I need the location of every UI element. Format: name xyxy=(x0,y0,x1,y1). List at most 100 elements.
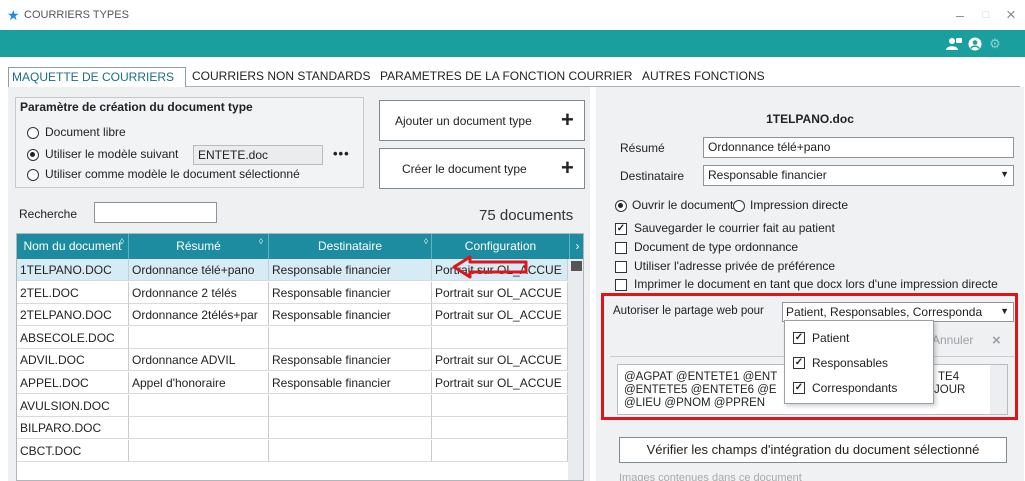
table-cell: Portrait sur OL_ACCUE xyxy=(432,372,568,394)
checkbox-label-sauvegarder: Sauvegarder le courrier fait au patient xyxy=(634,221,835,235)
table-cell: Ordonnance 2télés+par xyxy=(129,304,269,327)
scroll-right-icon[interactable]: › xyxy=(570,234,583,259)
checkbox-label-docx: Imprimer le document en tant que docx lo… xyxy=(634,277,998,291)
create-button-label: Créer le document type xyxy=(402,162,527,176)
radio-label-modele: Utiliser le modèle suivant xyxy=(45,147,179,161)
add-document-type-button[interactable]: Ajouter un document type + xyxy=(379,100,585,141)
create-document-type-button[interactable]: Créer le document type + xyxy=(379,148,585,189)
help-icon[interactable] xyxy=(967,37,983,51)
star-icon: ★ xyxy=(7,7,20,23)
table-cell xyxy=(129,439,269,462)
table-cell xyxy=(432,326,568,349)
radio-selection[interactable] xyxy=(27,169,39,181)
resume-field[interactable]: Ordonnance télé+pano xyxy=(703,137,1014,158)
resume-label: Résumé xyxy=(620,141,665,155)
table-cell: BILPARO.DOC xyxy=(17,417,129,440)
table-cell: 1TELPANO.DOC xyxy=(17,259,129,281)
table-cell: 2TEL.DOC xyxy=(17,281,129,304)
close-button[interactable]: × xyxy=(1001,6,1021,24)
table-row[interactable]: CBCT.DOC xyxy=(17,439,568,462)
table-row[interactable]: BILPARO.DOC xyxy=(17,417,568,440)
images-label: Images contenues dans ce document xyxy=(619,472,802,481)
checkbox-docx[interactable] xyxy=(615,279,627,291)
radio-ouvrir-document[interactable] xyxy=(615,200,627,212)
header-band xyxy=(0,30,1025,57)
param-title: Paramètre de création du document type xyxy=(20,100,253,114)
settings-icon[interactable]: ⚙ xyxy=(987,37,1003,51)
maximize-button[interactable]: □ xyxy=(976,6,996,24)
table-cell xyxy=(269,417,432,440)
checkbox-sauvegarder[interactable]: ✓ xyxy=(615,223,627,235)
table-cell: Responsable financier xyxy=(269,259,432,281)
table-row[interactable]: 2TEL.DOC Ordonnance 2 télés Responsable fi… xyxy=(17,281,568,304)
column-header-destinataire[interactable]: Destinataire ◊ xyxy=(269,234,432,259)
window-title: COURRIERS TYPES xyxy=(24,9,129,21)
table-cell: AVULSION.DOC xyxy=(17,394,129,417)
table-scrollbar[interactable] xyxy=(568,259,583,480)
table-cell: Ordonnance télé+pano xyxy=(129,259,269,281)
tab-parametres[interactable]: PARAMETRES DE LA FONCTION COURRIER xyxy=(377,67,635,87)
table-cell xyxy=(269,394,432,417)
checkbox-adresse-privee[interactable] xyxy=(615,261,627,273)
destinataire-select[interactable]: Responsable financier ▼ xyxy=(703,165,1014,186)
scroll-up-icon[interactable] xyxy=(571,261,582,271)
table-cell xyxy=(269,439,432,462)
radio-label-selection: Utiliser comme modèle le document sélect… xyxy=(45,167,300,181)
table-cell: Portrait sur OL_ACCUE xyxy=(432,349,568,372)
checkbox-label-ordonnance: Document de type ordonnance xyxy=(634,240,799,254)
column-header-resume[interactable]: Résumé ◊ xyxy=(129,234,269,259)
table-row[interactable]: ADVIL.DOC Ordonnance ADVIL Responsable fin… xyxy=(17,349,568,372)
table-cell xyxy=(129,326,269,349)
checkbox-label-adresse: Utiliser l'adresse privée de préférence xyxy=(634,259,836,273)
plus-icon: + xyxy=(561,155,574,180)
search-input[interactable] xyxy=(94,202,217,223)
table-cell: Portrait sur OL_ACCUE xyxy=(432,304,568,327)
browse-button[interactable]: ••• xyxy=(333,146,350,161)
table-cell: Responsable financier xyxy=(269,372,432,394)
table-cell: Ordonnance ADVIL xyxy=(129,349,269,372)
table-cell: Ordonnance 2 télés xyxy=(129,281,269,304)
selected-file-title: 1TELPANO.doc xyxy=(766,112,854,126)
table-row[interactable]: AVULSION.DOC xyxy=(17,394,568,417)
tab-non-standards[interactable]: COURRIERS NON STANDARDS xyxy=(189,67,373,87)
radio-label-libre: Document libre xyxy=(45,125,126,139)
table-row[interactable]: 2TELPANO.DOC Ordonnance 2télés+par Respons… xyxy=(17,304,568,327)
table-cell: ABSECOLE.DOC xyxy=(17,326,129,349)
chevron-down-icon: ▼ xyxy=(1000,169,1009,179)
radio-utiliser-modele[interactable] xyxy=(27,149,39,161)
radio-label-ouvrir: Ouvrir le document xyxy=(632,198,734,212)
tab-autres-fonctions[interactable]: AUTRES FONCTIONS xyxy=(639,67,768,87)
table-cell xyxy=(129,417,269,440)
table-cell: Responsable financier xyxy=(269,281,432,304)
table-cell: Portrait sur OL_ACCUE xyxy=(432,281,568,304)
radio-impression-directe[interactable] xyxy=(733,200,745,212)
minimize-button[interactable]: – xyxy=(950,6,970,24)
radio-document-libre[interactable] xyxy=(27,127,39,139)
table-cell: CBCT.DOC xyxy=(17,439,129,462)
model-field[interactable]: ENTETE.doc xyxy=(193,145,323,165)
highlight-frame xyxy=(601,293,1018,420)
red-arrow-annotation xyxy=(452,255,528,279)
checkbox-ordonnance[interactable] xyxy=(615,242,627,254)
tab-maquette[interactable]: MAQUETTE DE COURRIERS xyxy=(8,67,186,87)
radio-label-impression: Impression directe xyxy=(750,198,849,212)
title-bar xyxy=(0,0,1025,30)
table-row[interactable]: APPEL.DOC Appel d'honoraire Responsable fi… xyxy=(17,372,568,394)
table-cell xyxy=(432,417,568,440)
table-cell: ADVIL.DOC xyxy=(17,349,129,372)
search-label: Recherche xyxy=(19,207,78,221)
table-cell: Responsable financier xyxy=(269,304,432,327)
user-group-icon[interactable] xyxy=(946,37,962,51)
document-count: 75 documents xyxy=(479,207,574,224)
column-header-nom[interactable]: Nom du document ◊ xyxy=(17,234,129,259)
table-row[interactable]: ABSECOLE.DOC xyxy=(17,326,568,349)
destinataire-value: Responsable financier xyxy=(708,168,827,182)
table-cell: Responsable financier xyxy=(269,349,432,372)
plus-icon: + xyxy=(561,107,574,132)
add-button-label: Ajouter un document type xyxy=(395,114,532,128)
table-cell xyxy=(269,326,432,349)
verify-fields-button[interactable]: Vérifier les champs d'intégration du doc… xyxy=(619,437,1007,463)
table-cell: 2TELPANO.DOC xyxy=(17,304,129,327)
table-cell xyxy=(432,439,568,462)
destinataire-label: Destinataire xyxy=(620,169,685,183)
